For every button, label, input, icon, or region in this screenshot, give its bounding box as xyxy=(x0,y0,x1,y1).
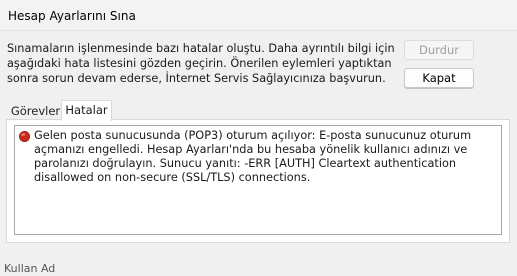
tab-errors[interactable]: Hatalar xyxy=(61,100,112,121)
error-line: disallowed on non-secure (SSL/TLS) conne… xyxy=(34,171,311,184)
window-title: Hesap Ayarlarını Sına xyxy=(8,9,136,23)
error-line: Gelen posta sunucusunda (POP3) oturum aç… xyxy=(34,129,472,142)
error-text: Gelen posta sunucusunda (POP3) oturum aç… xyxy=(34,129,494,185)
status-message: Sınamaların işlenmesinde bazı hatalar ol… xyxy=(7,41,395,86)
error-list[interactable]: Gelen posta sunucusunda (POP3) oturum aç… xyxy=(14,125,502,235)
tab-tasks[interactable]: Görevler xyxy=(8,103,63,120)
close-button[interactable]: Kapat xyxy=(404,68,474,88)
error-line: parolanızı doğrulayın. Sunucu yanıtı: -E… xyxy=(34,157,457,170)
stop-button[interactable]: Durdur xyxy=(404,40,474,60)
background-window-text: Kullan Ad xyxy=(4,262,56,275)
error-circle-icon xyxy=(19,131,30,142)
message-line: sonra sorun devam ederse, İnternet Servi… xyxy=(7,72,386,85)
title-separator xyxy=(0,30,517,31)
error-line: açmanızı engelledi. Hesap Ayarları'nda b… xyxy=(34,143,468,156)
background-window: Kullan Ad xyxy=(0,251,517,276)
title-bar: Hesap Ayarlarını Sına xyxy=(0,0,517,30)
message-line: aşağıdaki hata listesini gözden geçirin.… xyxy=(7,57,392,70)
message-line: Sınamaların işlenmesinde bazı hatalar ol… xyxy=(7,42,395,55)
